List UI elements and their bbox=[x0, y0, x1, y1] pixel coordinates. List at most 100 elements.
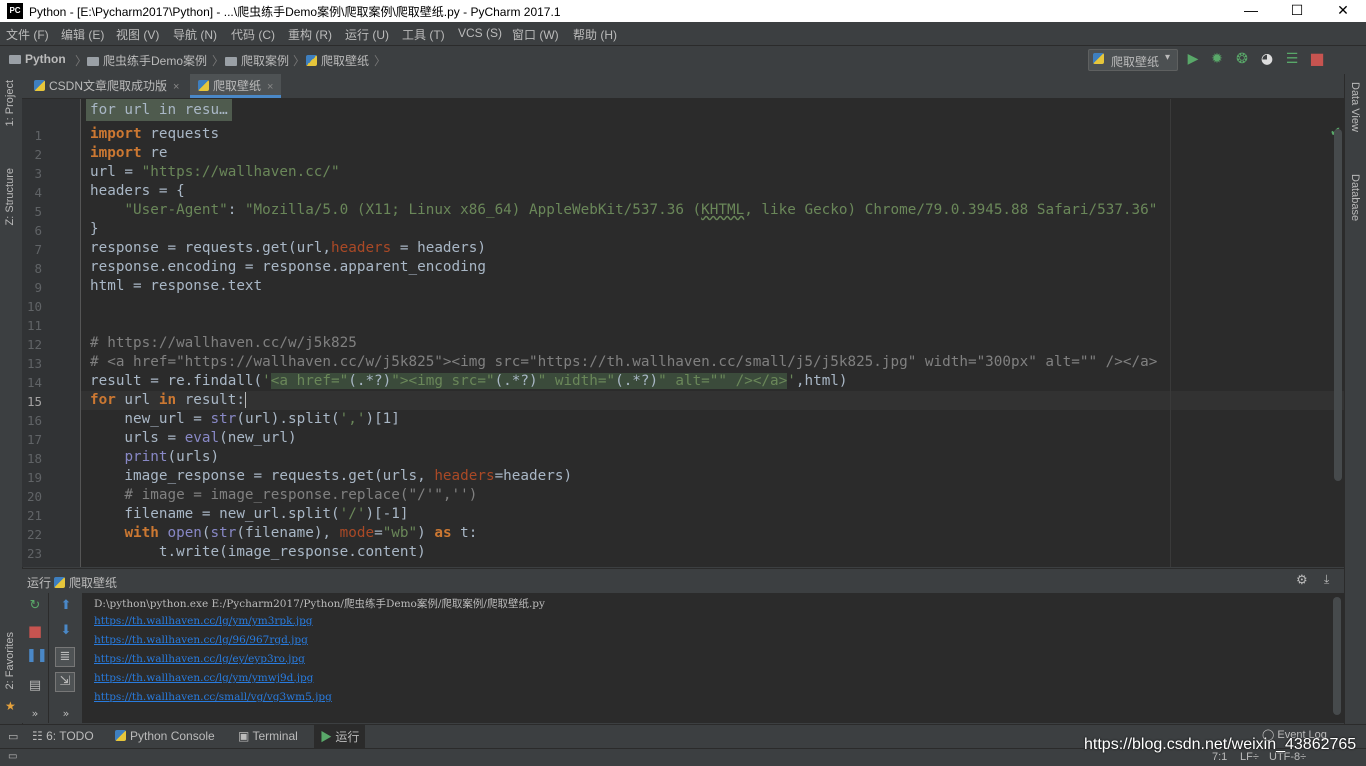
project-tool-button[interactable]: 1: Project bbox=[4, 80, 16, 126]
debug-icon[interactable]: ✹ bbox=[1208, 50, 1226, 68]
watermark: https://blog.csdn.net/weixin_43862765 bbox=[1084, 736, 1357, 753]
line-number: 4 bbox=[34, 185, 42, 200]
editor-tabs: CSDN文章爬取成功版 × 爬取壁纸 × bbox=[22, 74, 1344, 99]
structure-tool-button[interactable]: Z: Structure bbox=[4, 168, 16, 225]
stop-icon[interactable]: ■ bbox=[26, 622, 44, 640]
coverage-icon[interactable]: ❂ bbox=[1233, 50, 1251, 68]
line-number: 16 bbox=[26, 413, 42, 428]
run-panel-config[interactable]: 爬取壁纸 bbox=[54, 574, 117, 591]
python-file-icon bbox=[1093, 53, 1104, 64]
console-link[interactable]: https://th.wallhaven.cc/lg/96/967rgd.jpg bbox=[94, 634, 308, 646]
code-line-16: new_url = str(url).split(',')[1] bbox=[90, 411, 400, 427]
console-command: D:\python\python.exe E:/Pycharm2017/Pyth… bbox=[94, 598, 545, 610]
code-line-5: "User-Agent": "Mozilla/5.0 (X11; Linux x… bbox=[124, 202, 1158, 218]
line-number: 11 bbox=[26, 318, 42, 333]
maximize-button[interactable]: ☐ bbox=[1274, 0, 1320, 22]
pycharm-logo-icon: PC bbox=[7, 3, 23, 19]
pause-icon[interactable]: ❚❚ bbox=[26, 647, 48, 665]
status-toggle-icon[interactable]: ▭ bbox=[8, 751, 17, 762]
menu-bar: 文件 (F) 编辑 (E) 视图 (V) 导航 (N) 代码 (C) 重构 (R… bbox=[0, 22, 1366, 44]
breadcrumb-folder-cases[interactable]: 爬取案例 bbox=[225, 52, 289, 69]
tab-run[interactable]: ▶ 运行 bbox=[314, 725, 366, 749]
favorites-tool-button[interactable]: 2: Favorites bbox=[4, 632, 16, 689]
breadcrumb-project[interactable]: Python bbox=[9, 52, 66, 66]
breadcrumb-separator: 〉 bbox=[293, 54, 306, 68]
menu-help[interactable]: 帮助 (H) bbox=[573, 26, 617, 43]
more-icon[interactable]: » bbox=[57, 705, 75, 723]
tab-todo[interactable]: ☷ 6: TODO bbox=[32, 729, 94, 743]
rerun-icon[interactable]: ↻ bbox=[26, 597, 44, 615]
python-file-icon bbox=[34, 80, 45, 91]
title-bar: PC Python - [E:\Pycharm2017\Python] - ..… bbox=[0, 0, 1366, 22]
current-line-highlight bbox=[81, 391, 1344, 410]
console-link[interactable]: https://th.wallhaven.cc/small/vg/vg3wm5.… bbox=[94, 691, 332, 703]
menu-window[interactable]: 窗口 (W) bbox=[512, 26, 559, 43]
tab-wallpaper[interactable]: 爬取壁纸 × bbox=[190, 74, 282, 98]
hide-panel-icon[interactable]: ⤓ bbox=[1324, 572, 1329, 587]
menu-view[interactable]: 视图 (V) bbox=[116, 26, 159, 43]
tab-terminal[interactable]: ▣ Terminal bbox=[238, 729, 298, 743]
terminal-icon: ▣ bbox=[238, 729, 253, 743]
minimize-button[interactable]: — bbox=[1228, 0, 1274, 22]
close-tab-icon[interactable]: × bbox=[173, 81, 179, 93]
tab-python-console[interactable]: Python Console bbox=[115, 729, 215, 743]
toggle-tool-windows-icon[interactable]: ▭ bbox=[8, 730, 18, 743]
python-icon bbox=[115, 730, 126, 741]
code-line-4: headers = { bbox=[90, 183, 185, 199]
console-link[interactable]: https://th.wallhaven.cc/lg/ym/ymwj9d.jpg bbox=[94, 672, 313, 684]
console-link[interactable]: https://th.wallhaven.cc/lg/ym/ym3rpk.jpg bbox=[94, 615, 313, 627]
line-number: 14 bbox=[26, 375, 42, 390]
code-line-21: filename = new_url.split('/')[-1] bbox=[90, 506, 409, 522]
run-configuration-select[interactable]: 爬取壁纸 ▾ bbox=[1088, 49, 1178, 71]
code-line-3: url = "https://wallhaven.cc/" bbox=[90, 164, 340, 180]
line-number: 22 bbox=[26, 527, 42, 542]
dump-threads-icon[interactable]: ▤ bbox=[26, 677, 44, 695]
profile-icon[interactable]: ◕ bbox=[1258, 50, 1276, 68]
line-number: 17 bbox=[26, 432, 42, 447]
menu-refactor[interactable]: 重构 (R) bbox=[288, 26, 332, 43]
right-tool-strip: Data View Database bbox=[1344, 74, 1366, 724]
run-icon[interactable]: ▶ bbox=[1184, 50, 1202, 68]
run-toolbar-primary: ↻ ■ ❚❚ ▤ » bbox=[22, 593, 49, 723]
console-link[interactable]: https://th.wallhaven.cc/lg/ey/eyp3ro.jpg bbox=[94, 653, 305, 665]
menu-tools[interactable]: 工具 (T) bbox=[402, 26, 445, 43]
menu-edit[interactable]: 编辑 (E) bbox=[61, 26, 104, 43]
gear-icon[interactable]: ⚙ bbox=[1296, 572, 1308, 588]
menu-code[interactable]: 代码 (C) bbox=[231, 26, 275, 43]
line-number: 10 bbox=[26, 299, 42, 314]
arrow-down-icon[interactable]: ⬇ bbox=[57, 622, 75, 640]
line-number: 3 bbox=[34, 166, 42, 181]
close-tab-icon[interactable]: × bbox=[267, 81, 273, 93]
menu-vcs[interactable]: VCS (S) bbox=[458, 26, 502, 40]
menu-run[interactable]: 运行 (U) bbox=[345, 26, 389, 43]
breadcrumb-file[interactable]: 爬取壁纸 bbox=[306, 52, 369, 69]
close-button[interactable]: ✕ bbox=[1320, 0, 1366, 22]
line-number: 1 bbox=[34, 128, 42, 143]
more-icon[interactable]: » bbox=[26, 705, 44, 723]
line-number: 7 bbox=[34, 242, 42, 257]
concurrency-icon[interactable]: ☰ bbox=[1283, 50, 1301, 68]
line-number: 21 bbox=[26, 508, 42, 523]
code-editor[interactable]: 1 2 3 4 5 6 7 8 9 10 11 12 13 14 15 16 17 18 19 20 21 22 23 im… bbox=[22, 99, 1344, 567]
line-number: 12 bbox=[26, 337, 42, 352]
tab-csdn[interactable]: CSDN文章爬取成功版 × bbox=[26, 74, 187, 98]
database-tool-button[interactable]: Database bbox=[1349, 174, 1361, 221]
breadcrumb-separator: 〉 bbox=[212, 54, 225, 68]
code-line-12: # https://wallhaven.cc/w/j5k825 bbox=[90, 335, 357, 351]
run-icon: ▶ bbox=[320, 730, 336, 744]
stop-icon[interactable]: ■ bbox=[1308, 50, 1326, 68]
breadcrumb-folder-demo[interactable]: 爬虫练手Demo案例 bbox=[87, 52, 207, 69]
arrow-up-icon[interactable]: ⬆ bbox=[57, 597, 75, 615]
soft-wrap-icon[interactable]: ≣ bbox=[55, 647, 75, 667]
console-scrollbar[interactable] bbox=[1333, 597, 1341, 715]
editor-scrollbar[interactable] bbox=[1334, 129, 1342, 481]
code-line-7: response = requests.get(url,headers = he… bbox=[90, 240, 486, 256]
code-line-23: t.write(image_response.content) bbox=[90, 544, 426, 560]
line-number: 2 bbox=[34, 147, 42, 162]
data-view-tool-button[interactable]: Data View bbox=[1349, 82, 1361, 132]
python-file-icon bbox=[54, 577, 65, 588]
menu-navigate[interactable]: 导航 (N) bbox=[173, 26, 217, 43]
menu-file[interactable]: 文件 (F) bbox=[6, 26, 49, 43]
scroll-to-end-icon[interactable]: ⇲ bbox=[55, 672, 75, 692]
run-console[interactable]: D:\python\python.exe E:/Pycharm2017/Pyth… bbox=[83, 593, 1344, 723]
